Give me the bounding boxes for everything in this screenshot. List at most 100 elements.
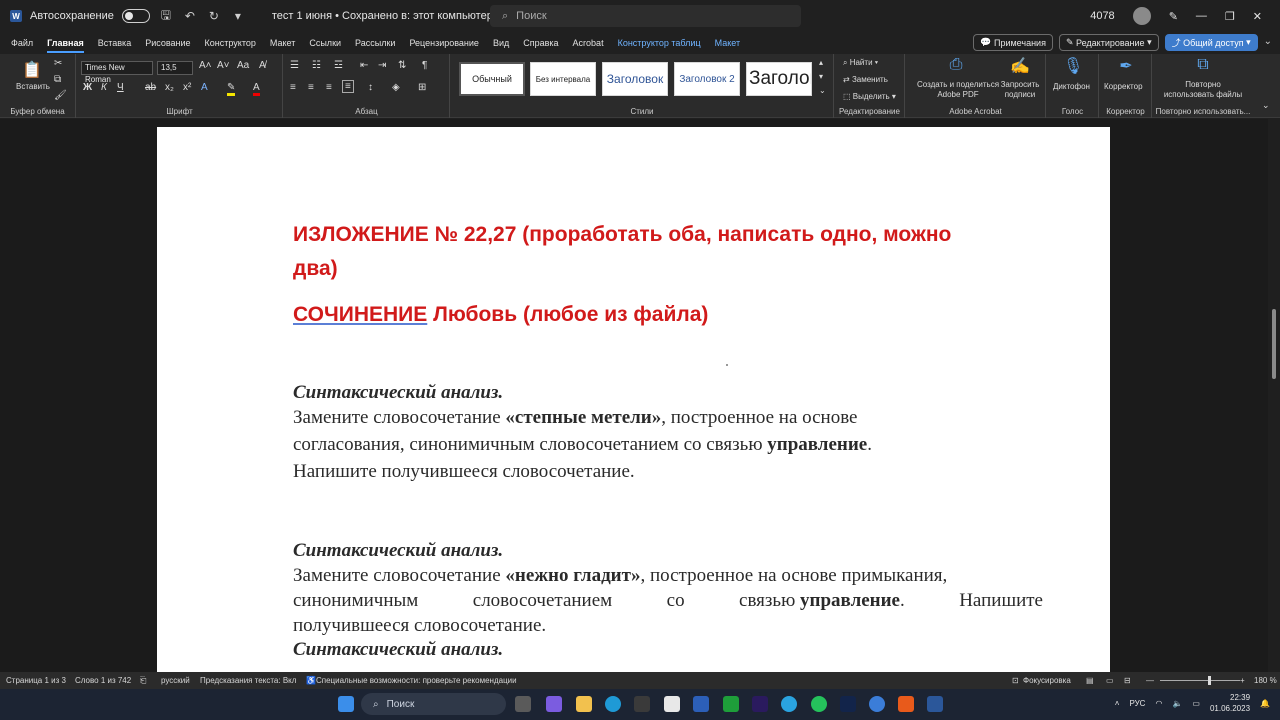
status-words[interactable]: Слово 1 из 742 bbox=[75, 676, 131, 685]
print-layout-icon[interactable]: ▭ bbox=[1106, 676, 1114, 685]
dictate-label[interactable]: Диктофон bbox=[1053, 82, 1090, 91]
style-normal[interactable]: Обычный bbox=[459, 62, 525, 96]
style-title[interactable]: Заголовок bbox=[746, 62, 812, 96]
status-zoom[interactable]: 180 % bbox=[1254, 676, 1277, 685]
tab-view[interactable]: Вид bbox=[493, 38, 509, 48]
strikethrough-icon[interactable]: ab bbox=[145, 82, 156, 93]
undo-icon[interactable]: ↶ bbox=[182, 9, 198, 23]
customize-qat-icon[interactable]: ▾ bbox=[230, 9, 246, 23]
line-spacing-icon[interactable]: ↕ bbox=[368, 82, 373, 93]
highlight-icon[interactable]: ✎ bbox=[227, 82, 236, 96]
zoom-slider[interactable] bbox=[1160, 680, 1240, 681]
status-focus[interactable]: Фокусировка bbox=[1023, 676, 1071, 685]
text-effects-icon[interactable]: A bbox=[201, 82, 208, 93]
clear-format-icon[interactable]: A̸ bbox=[259, 60, 266, 71]
tab-acrobat[interactable]: Acrobat bbox=[573, 38, 604, 48]
tab-layout[interactable]: Макет bbox=[270, 38, 295, 48]
reuse-files-icon[interactable]: ⧉ bbox=[1193, 56, 1213, 74]
align-left-icon[interactable]: ≡ bbox=[290, 82, 296, 93]
tab-draw[interactable]: Рисование bbox=[145, 38, 190, 48]
style-no-spacing[interactable]: Без интервала bbox=[530, 62, 596, 96]
clock[interactable]: 22:39 01.06.2023 bbox=[1210, 692, 1250, 714]
zoom-in-icon[interactable]: + bbox=[1240, 676, 1245, 685]
find-button[interactable]: ⌕ Найти ▾ bbox=[843, 58, 878, 68]
restore-icon[interactable]: ❐ bbox=[1225, 10, 1235, 23]
zoom-out-icon[interactable]: — bbox=[1146, 676, 1154, 685]
task-view-icon[interactable] bbox=[515, 696, 531, 712]
superscript-icon[interactable]: x² bbox=[183, 82, 191, 93]
tab-references[interactable]: Ссылки bbox=[309, 38, 341, 48]
editor-pen-icon[interactable]: ✒ bbox=[1116, 56, 1136, 75]
search-box[interactable]: ⌕ Поиск bbox=[490, 5, 801, 27]
save-icon[interactable]: 🖫 bbox=[158, 6, 174, 27]
copy-icon[interactable]: ⧉ bbox=[54, 74, 61, 85]
increase-indent-icon[interactable]: ⇥ bbox=[378, 60, 386, 71]
italic-icon[interactable]: К bbox=[101, 82, 107, 93]
avatar[interactable] bbox=[1132, 7, 1151, 25]
visual-studio-icon[interactable] bbox=[693, 696, 709, 712]
styles-more-icon[interactable]: ⌄ bbox=[819, 86, 826, 95]
tab-help[interactable]: Справка bbox=[523, 38, 558, 48]
request-signatures-label[interactable]: Запросить подписи bbox=[998, 80, 1042, 100]
multilevel-list-icon[interactable]: ☲ bbox=[334, 60, 343, 71]
store-icon[interactable] bbox=[634, 696, 650, 712]
comments-button[interactable]: 💬 Примечания bbox=[973, 34, 1053, 51]
minimize-icon[interactable]: — bbox=[1196, 10, 1207, 22]
tab-insert[interactable]: Вставка bbox=[98, 38, 131, 48]
wifi-icon[interactable]: ◠ bbox=[1155, 699, 1162, 708]
pen-icon[interactable]: ✎ bbox=[1169, 10, 1178, 23]
read-mode-icon[interactable]: ▤ bbox=[1086, 676, 1094, 685]
document-page[interactable]: ИЗЛОЖЕНИЕ № 22,27 (проработать оба, напи… bbox=[157, 127, 1110, 672]
status-text-prediction[interactable]: Предсказания текста: Вкл bbox=[200, 676, 296, 685]
photoshop-icon[interactable] bbox=[840, 696, 856, 712]
request-signatures-icon[interactable]: ✍ bbox=[1010, 56, 1030, 75]
bullets-icon[interactable]: ☰ bbox=[290, 60, 299, 71]
underline-icon[interactable]: Ч bbox=[117, 82, 124, 93]
tab-review[interactable]: Рецензирование bbox=[409, 38, 479, 48]
change-case-icon[interactable]: Aa bbox=[237, 60, 249, 71]
whatsapp-icon[interactable] bbox=[811, 696, 827, 712]
excel-icon[interactable] bbox=[723, 696, 739, 712]
telegram-icon[interactable] bbox=[781, 696, 797, 712]
tab-mailings[interactable]: Рассылки bbox=[355, 38, 395, 48]
web-layout-icon[interactable]: ⊟ bbox=[1124, 676, 1131, 685]
autosave-toggle[interactable] bbox=[121, 9, 150, 23]
notifications-icon[interactable]: 🔔 bbox=[1260, 699, 1270, 708]
select-button[interactable]: ⬚ Выделить ▾ bbox=[843, 92, 896, 101]
ribbon-collapse-chevron-icon[interactable]: ⌄ bbox=[1262, 100, 1270, 111]
app-orange-icon[interactable] bbox=[898, 696, 914, 712]
justify-icon[interactable]: ≡ bbox=[342, 80, 354, 93]
windows-start-icon[interactable] bbox=[338, 696, 354, 712]
editing-mode-button[interactable]: ✎ Редактирование ▾ bbox=[1058, 34, 1159, 51]
sort-icon[interactable]: ⇅ bbox=[398, 60, 406, 71]
grow-font-icon[interactable]: A˄ bbox=[199, 60, 212, 71]
style-heading2[interactable]: Заголовок 2 bbox=[674, 62, 740, 96]
share-button[interactable]: ⤴ Общий доступ ▾ bbox=[1164, 34, 1258, 51]
tab-table-design[interactable]: Конструктор таблиц bbox=[618, 38, 701, 48]
styles-scroll-down-icon[interactable]: ▾ bbox=[819, 72, 823, 81]
word-taskbar-icon[interactable] bbox=[927, 696, 943, 712]
show-marks-icon[interactable]: ¶ bbox=[422, 60, 427, 71]
tab-home[interactable]: Главная bbox=[47, 38, 84, 53]
editor-button-label[interactable]: Корректор bbox=[1104, 82, 1143, 91]
document-title[interactable]: тест 1 июня • Сохранено в: этот компьюте… bbox=[272, 10, 493, 22]
ribbon-collapse-icon[interactable]: ⌄ bbox=[1264, 34, 1272, 51]
create-pdf-icon[interactable]: ⎙ bbox=[946, 56, 966, 74]
premiere-icon[interactable] bbox=[752, 696, 768, 712]
scrollbar-thumb[interactable] bbox=[1272, 309, 1276, 379]
tray-chevron-icon[interactable]: ˄ bbox=[1115, 699, 1120, 708]
file-explorer-icon[interactable] bbox=[576, 696, 592, 712]
numbering-icon[interactable]: ☷ bbox=[312, 60, 321, 71]
style-heading1[interactable]: Заголовок bbox=[602, 62, 668, 96]
status-language[interactable]: русский bbox=[161, 676, 190, 685]
proofing-icon[interactable]: ⎗ bbox=[140, 676, 146, 686]
zoom-slider-thumb[interactable] bbox=[1208, 676, 1211, 685]
align-center-icon[interactable]: ≡ bbox=[308, 82, 314, 93]
chat-icon[interactable] bbox=[546, 696, 562, 712]
replace-button[interactable]: ⇄ Заменить bbox=[843, 75, 888, 84]
qbittorrent-icon[interactable] bbox=[869, 696, 885, 712]
taskbar-search[interactable]: ⌕ Поиск bbox=[361, 693, 506, 715]
align-right-icon[interactable]: ≡ bbox=[326, 82, 332, 93]
borders-icon[interactable]: ⊞ bbox=[418, 82, 426, 93]
styles-scroll-up-icon[interactable]: ▴ bbox=[819, 58, 823, 67]
